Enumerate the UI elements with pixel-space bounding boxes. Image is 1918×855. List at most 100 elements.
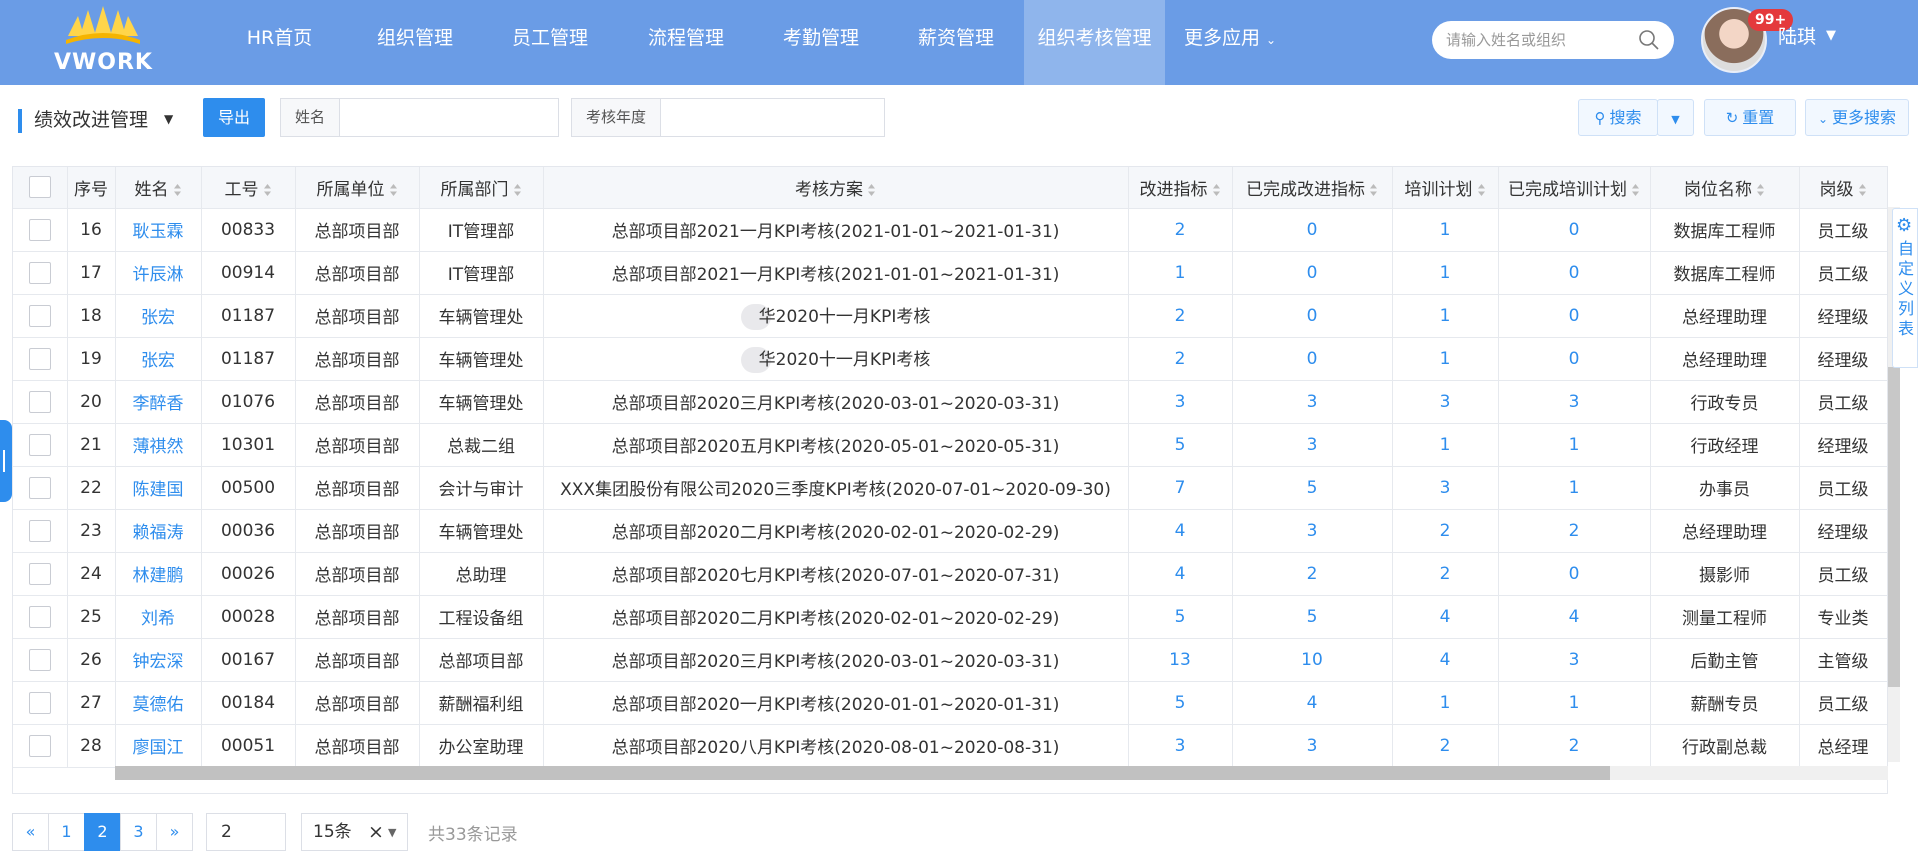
search-input[interactable] (1446, 21, 1636, 59)
count-link[interactable]: 2 (1440, 736, 1451, 756)
table-row[interactable]: 17 许辰淋 00914 总部项目部 IT管理部 总部项目部2021一月KPI考核(202… (13, 251, 1887, 295)
clear-icon[interactable]: × (368, 814, 384, 850)
nav-more-apps[interactable]: 更多应用 ⌄ (1170, 0, 1290, 85)
count-link[interactable]: 4 (1569, 607, 1580, 627)
count-link[interactable]: 0 (1569, 220, 1580, 240)
count-link[interactable]: 1 (1440, 693, 1451, 713)
search-button[interactable]: ⚲ 搜索 (1578, 99, 1658, 136)
count-link[interactable]: 3 (1175, 392, 1186, 412)
page-size-select[interactable]: 15条 × ▼ (301, 813, 408, 851)
table-row[interactable]: 18 张宏 01187 总部项目部 车辆管理处 华2020十一月KPI考核 2 0 1 0 总经理助… (13, 294, 1887, 338)
count-link[interactable]: 2 (1569, 521, 1580, 541)
row-checkbox[interactable] (28, 476, 51, 499)
row-checkbox[interactable] (28, 734, 51, 757)
nav-employee-management[interactable]: 员工管理 (500, 0, 600, 85)
count-link[interactable]: 3 (1440, 478, 1451, 498)
nav-attendance-management[interactable]: 考勤管理 (771, 0, 871, 85)
sort-icon[interactable] (513, 183, 522, 197)
search-dropdown-button[interactable]: ▼ (1657, 99, 1694, 136)
count-link[interactable]: 2 (1175, 349, 1186, 369)
employee-name-link[interactable]: 钟宏深 (133, 652, 184, 672)
count-link[interactable]: 4 (1175, 564, 1186, 584)
sort-icon[interactable] (1369, 183, 1378, 197)
sort-icon[interactable] (173, 183, 182, 197)
nav-hr-home[interactable]: HR首页 (232, 0, 327, 85)
row-checkbox[interactable] (28, 304, 51, 327)
count-link[interactable]: 1 (1440, 306, 1451, 326)
username[interactable]: 陆琪 (1778, 22, 1816, 49)
column-header[interactable]: 姓名 (115, 167, 202, 209)
search-icon[interactable] (1638, 29, 1660, 51)
count-link[interactable]: 1 (1569, 435, 1580, 455)
row-checkbox[interactable] (28, 691, 51, 714)
row-checkbox[interactable] (28, 218, 51, 241)
sort-icon[interactable] (1212, 183, 1221, 197)
column-header[interactable]: 工号 (201, 167, 296, 209)
table-row[interactable]: 16 耿玉霖 00833 总部项目部 IT管理部 总部项目部2021一月KPI考核(202… (13, 208, 1887, 252)
nav-salary-management[interactable]: 薪资管理 (906, 0, 1006, 85)
row-checkbox[interactable] (28, 605, 51, 628)
count-link[interactable]: 5 (1307, 607, 1318, 627)
export-button[interactable]: 导出 (203, 98, 265, 137)
column-header[interactable]: 考核方案 (543, 167, 1129, 209)
table-row[interactable]: 21 薄祺然 10301 总部项目部 总裁二组 总部项目部2020五月KPI考核(2020… (13, 423, 1887, 467)
table-row[interactable]: 20 李醉香 01076 总部项目部 车辆管理处 总部项目部2020三月KPI考核(202… (13, 380, 1887, 424)
horizontal-scrollbar-thumb[interactable] (115, 766, 1610, 780)
count-link[interactable]: 10 (1301, 650, 1323, 670)
count-link[interactable]: 1 (1440, 263, 1451, 283)
count-link[interactable]: 5 (1175, 607, 1186, 627)
table-row[interactable]: 24 林建鹏 00026 总部项目部 总助理 总部项目部2020七月KPI考核(2020-… (13, 552, 1887, 596)
count-link[interactable]: 0 (1307, 306, 1318, 326)
count-link[interactable]: 4 (1440, 607, 1451, 627)
count-link[interactable]: 2 (1175, 306, 1186, 326)
employee-name-link[interactable]: 林建鹏 (133, 566, 184, 586)
sort-icon[interactable] (1477, 183, 1486, 197)
sort-icon[interactable] (263, 183, 272, 197)
column-header[interactable]: 改进指标 (1128, 167, 1233, 209)
count-link[interactable]: 0 (1569, 263, 1580, 283)
count-link[interactable]: 3 (1307, 435, 1318, 455)
count-link[interactable]: 1 (1440, 435, 1451, 455)
vwork-logo[interactable]: VWORK (50, 6, 160, 76)
table-row[interactable]: 19 张宏 01187 总部项目部 车辆管理处 华2020十一月KPI考核 2 0 1 0 总经理助… (13, 337, 1887, 381)
count-link[interactable]: 0 (1307, 349, 1318, 369)
prev-page-button[interactable]: « (12, 813, 49, 851)
sort-icon[interactable] (389, 183, 398, 197)
employee-name-link[interactable]: 许辰淋 (133, 265, 184, 285)
vertical-scrollbar-thumb[interactable] (1888, 367, 1900, 687)
column-header[interactable]: 岗级 (1799, 167, 1887, 209)
count-link[interactable]: 3 (1307, 521, 1318, 541)
employee-name-link[interactable]: 薄祺然 (133, 437, 184, 457)
column-header[interactable]: 培训计划 (1392, 167, 1499, 209)
count-link[interactable]: 5 (1175, 693, 1186, 713)
side-collapse-handle[interactable] (0, 420, 12, 502)
table-row[interactable]: 23 赖福涛 00036 总部项目部 车辆管理处 总部项目部2020二月KPI考核(202… (13, 509, 1887, 553)
more-search-button[interactable]: ⌄ 更多搜索 (1805, 99, 1909, 136)
table-row[interactable]: 26 钟宏深 00167 总部项目部 总部项目部 总部项目部2020三月KPI考核(202… (13, 638, 1887, 682)
name-filter-input[interactable] (341, 99, 556, 136)
count-link[interactable]: 2 (1307, 564, 1318, 584)
employee-name-link[interactable]: 莫德佑 (133, 695, 184, 715)
count-link[interactable]: 7 (1175, 478, 1186, 498)
caret-down-icon[interactable]: ▼ (388, 815, 396, 851)
count-link[interactable]: 1 (1175, 263, 1186, 283)
count-link[interactable]: 2 (1440, 564, 1451, 584)
count-link[interactable]: 5 (1307, 478, 1318, 498)
count-link[interactable]: 1 (1440, 349, 1451, 369)
employee-name-link[interactable]: 耿玉霖 (133, 222, 184, 242)
column-header[interactable]: 所属部门 (419, 167, 544, 209)
count-link[interactable]: 3 (1569, 650, 1580, 670)
count-link[interactable]: 5 (1175, 435, 1186, 455)
column-header[interactable]: 岗位名称 (1650, 167, 1800, 209)
count-link[interactable]: 4 (1307, 693, 1318, 713)
employee-name-link[interactable]: 张宏 (141, 308, 175, 328)
sort-icon[interactable] (1756, 183, 1765, 197)
reset-button[interactable]: ↻ 重置 (1704, 99, 1796, 136)
count-link[interactable]: 2 (1440, 521, 1451, 541)
page-button[interactable]: 1 (48, 813, 85, 851)
page-button[interactable]: 3 (120, 813, 157, 851)
count-link[interactable]: 3 (1307, 392, 1318, 412)
count-link[interactable]: 4 (1440, 650, 1451, 670)
nav-org-management[interactable]: 组织管理 (365, 0, 465, 85)
next-page-button[interactable]: » (156, 813, 193, 851)
